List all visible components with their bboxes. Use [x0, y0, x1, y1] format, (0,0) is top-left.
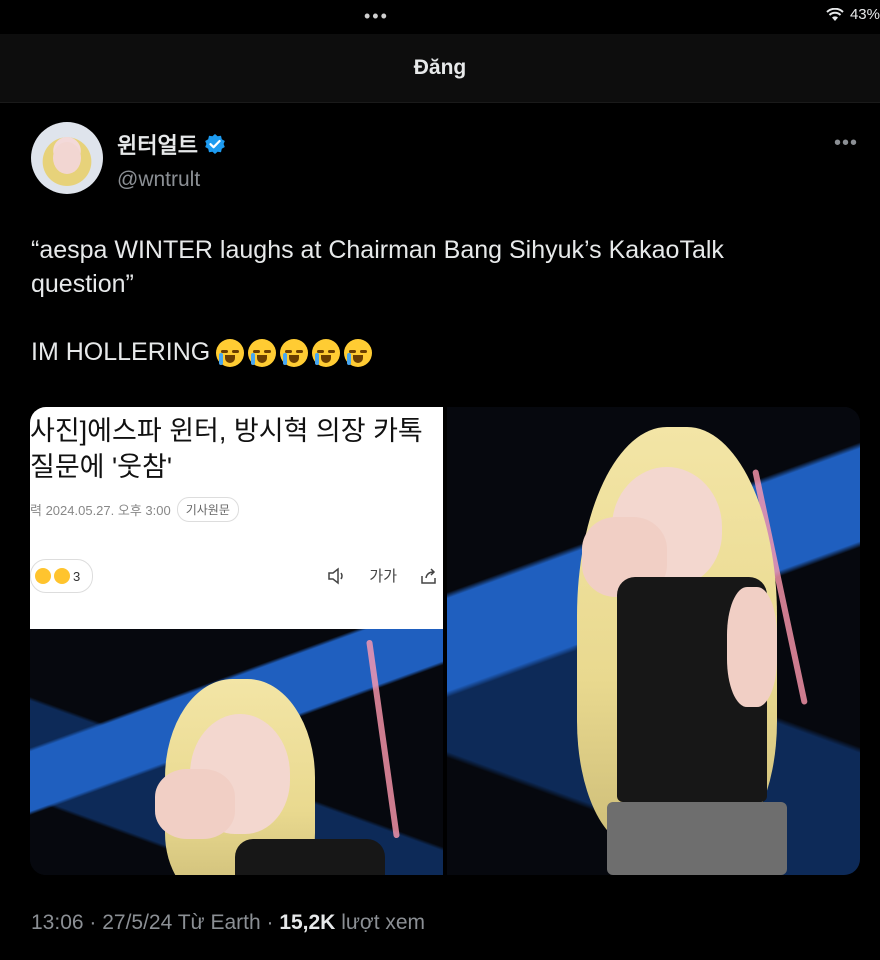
more-options-icon[interactable]: •••: [834, 132, 858, 155]
loudly-crying-face-icon: [312, 339, 341, 368]
tweet-text-hollering: IM HOLLERING: [31, 338, 211, 366]
view-count: 15,2K: [279, 911, 336, 934]
article-meta: 력 2024.05.27. 오후 3:00 기사원문: [30, 497, 239, 522]
article-tools: 가가: [327, 565, 439, 586]
smile-emoji-icon: [35, 568, 51, 584]
article-date: 력 2024.05.27. 오후 3:00: [30, 503, 171, 518]
loudly-crying-face-icon: [280, 339, 309, 368]
news-article-screenshot: 사진]에스파 윈터, 방시혁 의장 카톡 질문에 '웃참' 력 2024.05.…: [30, 407, 443, 629]
loudly-crying-face-icon: [216, 339, 245, 368]
user-handle[interactable]: @wntrult: [117, 168, 226, 192]
speaker-icon: [328, 566, 344, 585]
reaction-count: 3: [73, 568, 81, 584]
tweet-media[interactable]: 사진]에스파 윈터, 방시혁 의장 카톡 질문에 '웃참' 력 2024.05.…: [30, 407, 860, 875]
reaction-pill: 3: [30, 559, 94, 593]
top-header: Đăng: [0, 34, 880, 102]
avatar[interactable]: [31, 122, 103, 194]
loudly-crying-face-icon: [344, 339, 373, 368]
tweet-text: “aespa WINTER laughs at Chairman Bang Si…: [31, 233, 831, 369]
share-icon: [421, 567, 436, 584]
verified-badge-icon: [205, 134, 225, 154]
tweet-text-line-2: IM HOLLERING: [31, 335, 831, 369]
tweet-text-line-1: “aespa WINTER laughs at Chairman Bang Si…: [31, 236, 724, 298]
laughing-photo-full[interactable]: [447, 407, 860, 875]
tweet-metadata: 13:06 · 27/5/24 Từ Earth · 15,2K lượt xe…: [31, 911, 425, 935]
multitask-dots[interactable]: •••: [364, 6, 389, 27]
heart-eyes-emoji-icon: [54, 568, 70, 584]
avatar-face: [53, 142, 81, 174]
laughing-photo-crop: [30, 629, 443, 875]
display-name[interactable]: 윈터얼트: [117, 128, 198, 160]
status-right: 43%: [826, 6, 880, 23]
battery-percent: 43%: [849, 6, 880, 23]
loudly-crying-emoji-row: [216, 339, 373, 368]
media-left-image[interactable]: 사진]에스파 윈터, 방시혁 의장 카톡 질문에 '웃참' 력 2024.05.…: [30, 407, 443, 875]
font-size-label: 가가: [369, 568, 397, 585]
tweet-time-date[interactable]: 13:06 · 27/5/24 Từ Earth ·: [31, 911, 279, 934]
wifi-icon: [826, 7, 844, 21]
article-title: 사진]에스파 윈터, 방시혁 의장 카톡 질문에 '웃참': [30, 416, 423, 482]
views-label: lượt xem: [335, 911, 426, 934]
page-title: Đăng: [413, 56, 467, 79]
article-original-badge: 기사원문: [176, 497, 239, 522]
status-bar: ••• 43%: [0, 0, 880, 34]
user-info: 윈터얼트 @wntrult: [117, 128, 226, 192]
loudly-crying-face-icon: [248, 339, 277, 368]
header-divider: [0, 102, 880, 103]
display-name-row[interactable]: 윈터얼트: [117, 128, 226, 160]
